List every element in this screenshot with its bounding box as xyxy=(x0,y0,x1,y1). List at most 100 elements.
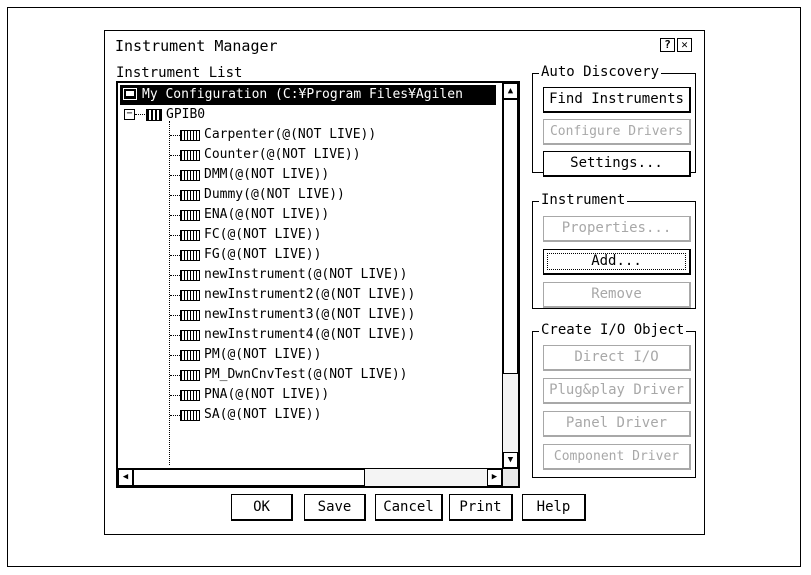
tree-root-my-configuration[interactable]: My Configuration (C:¥Program Files¥Agile… xyxy=(120,85,496,105)
instrument-item[interactable]: DMM(@(NOT LIVE)) xyxy=(180,165,329,185)
add-button-label: Add... xyxy=(544,250,689,273)
tree-line xyxy=(170,355,180,356)
save-button[interactable]: Save xyxy=(304,494,366,521)
instrument-item-label: FG(@(NOT LIVE)) xyxy=(204,247,322,262)
tree-line xyxy=(170,175,180,176)
instrument-tree[interactable]: My Configuration (C:¥Program Files¥Agile… xyxy=(116,81,520,488)
instrument-item[interactable]: SA(@(NOT LIVE)) xyxy=(180,405,321,425)
scrollbar-corner xyxy=(502,468,518,486)
auto-discovery-label: Auto Discovery xyxy=(539,64,662,81)
instrument-item[interactable]: Dummy(@(NOT LIVE)) xyxy=(180,185,345,205)
help-button[interactable]: Help xyxy=(522,494,586,521)
find-instruments-button[interactable]: Find Instruments xyxy=(543,87,691,113)
title-bar: Instrument Manager ? ✕ xyxy=(113,36,693,57)
tree-line xyxy=(170,215,180,216)
collapse-icon[interactable]: − xyxy=(124,109,135,120)
horizontal-scrollbar[interactable]: ◀ ▶ xyxy=(118,468,502,486)
help-icon[interactable]: ? xyxy=(660,38,675,52)
instrument-item-label: DMM(@(NOT LIVE)) xyxy=(204,167,330,182)
instrument-item[interactable]: ENA(@(NOT LIVE)) xyxy=(180,205,329,225)
instrument-icon xyxy=(180,290,200,301)
tree-line xyxy=(170,415,180,416)
instrument-item[interactable]: FG(@(NOT LIVE)) xyxy=(180,245,321,265)
cancel-button[interactable]: Cancel xyxy=(375,494,443,521)
instrument-manager-dialog: Instrument Manager ? ✕ Instrument List M… xyxy=(104,30,705,535)
instrument-item[interactable]: Counter(@(NOT LIVE)) xyxy=(180,145,361,165)
instrument-item-label: newInstrument(@(NOT LIVE)) xyxy=(204,267,408,282)
instrument-item[interactable]: Carpenter(@(NOT LIVE)) xyxy=(180,125,376,145)
instrument-item-label: Carpenter(@(NOT LIVE)) xyxy=(204,127,377,142)
remove-button[interactable]: Remove xyxy=(543,282,691,308)
settings-button[interactable]: Settings... xyxy=(543,151,691,177)
instrument-item-label: PNA(@(NOT LIVE)) xyxy=(204,387,330,402)
instrument-icon xyxy=(180,210,200,221)
instrument-item-label: PM(@(NOT LIVE)) xyxy=(204,347,322,362)
instrument-item[interactable]: PNA(@(NOT LIVE)) xyxy=(180,385,329,405)
instrument-item[interactable]: newInstrument3(@(NOT LIVE)) xyxy=(180,305,415,325)
tree-line xyxy=(170,315,180,316)
instrument-icon xyxy=(180,250,200,261)
instrument-item[interactable]: newInstrument(@(NOT LIVE)) xyxy=(180,265,408,285)
scroll-right-icon[interactable]: ▶ xyxy=(487,469,502,486)
plug-play-driver-button[interactable]: Plug&play Driver xyxy=(543,378,691,404)
close-icon[interactable]: ✕ xyxy=(677,38,692,52)
tree-line xyxy=(135,114,145,115)
tree-line xyxy=(169,121,170,465)
configure-drivers-button[interactable]: Configure Drivers xyxy=(543,119,691,145)
gpib-interface-icon xyxy=(146,109,162,121)
instrument-icon xyxy=(180,390,200,401)
tree-line xyxy=(170,335,180,336)
tree-line xyxy=(170,255,180,256)
properties-button[interactable]: Properties... xyxy=(543,216,691,242)
scroll-down-icon[interactable]: ▼ xyxy=(503,452,518,468)
create-io-object-label: Create I/O Object xyxy=(539,322,687,339)
instrument-list-label: Instrument List xyxy=(114,65,245,82)
tree-line xyxy=(170,195,180,196)
ok-button[interactable]: OK xyxy=(231,494,293,521)
instrument-item-label: Dummy(@(NOT LIVE)) xyxy=(204,187,345,202)
scroll-up-icon[interactable]: ▲ xyxy=(503,83,518,99)
tree-line xyxy=(170,135,180,136)
instrument-item-label: newInstrument3(@(NOT LIVE)) xyxy=(204,307,416,322)
add-button[interactable]: Add... xyxy=(543,249,691,275)
tree-line xyxy=(170,155,180,156)
horizontal-scroll-thumb[interactable] xyxy=(133,469,365,486)
component-driver-button[interactable]: Component Driver xyxy=(543,444,691,470)
scroll-left-icon[interactable]: ◀ xyxy=(118,469,133,486)
tree-line xyxy=(170,275,180,276)
print-button[interactable]: Print xyxy=(449,494,513,521)
instrument-item[interactable]: PM(@(NOT LIVE)) xyxy=(180,345,321,365)
instrument-item-label: PM_DwnCnvTest(@(NOT LIVE)) xyxy=(204,367,408,382)
dialog-title: Instrument Manager xyxy=(115,37,278,55)
computer-icon xyxy=(123,88,137,100)
instrument-item-label: Counter(@(NOT LIVE)) xyxy=(204,147,361,162)
vertical-scroll-thumb[interactable] xyxy=(503,99,518,374)
instrument-item[interactable]: FC(@(NOT LIVE)) xyxy=(180,225,321,245)
direct-io-button[interactable]: Direct I/O xyxy=(543,345,691,371)
tree-line xyxy=(170,295,180,296)
instrument-item[interactable]: newInstrument2(@(NOT LIVE)) xyxy=(180,285,415,305)
instrument-item-label: FC(@(NOT LIVE)) xyxy=(204,227,322,242)
instrument-icon xyxy=(180,310,200,321)
tree-node-gpib0[interactable]: GPIB0 xyxy=(146,105,205,125)
instrument-icon xyxy=(180,130,200,141)
instrument-icon xyxy=(180,330,200,341)
instrument-item-label: newInstrument2(@(NOT LIVE)) xyxy=(204,287,416,302)
tree-line xyxy=(170,395,180,396)
panel-driver-button[interactable]: Panel Driver xyxy=(543,411,691,437)
tree-line xyxy=(170,235,180,236)
instrument-item-label: newInstrument4(@(NOT LIVE)) xyxy=(204,327,416,342)
instrument-group-label: Instrument xyxy=(539,192,628,209)
instrument-item[interactable]: newInstrument4(@(NOT LIVE)) xyxy=(180,325,415,345)
tree-root-label: My Configuration (C:¥Program Files¥Agile… xyxy=(142,87,463,102)
vertical-scrollbar[interactable]: ▲ ▼ xyxy=(502,83,518,468)
instrument-icon xyxy=(180,270,200,281)
instrument-item-label: SA(@(NOT LIVE)) xyxy=(204,407,322,422)
instrument-icon xyxy=(180,150,200,161)
instrument-item[interactable]: PM_DwnCnvTest(@(NOT LIVE)) xyxy=(180,365,408,385)
instrument-icon xyxy=(180,190,200,201)
instrument-icon xyxy=(180,230,200,241)
instrument-icon xyxy=(180,170,200,181)
instrument-icon xyxy=(180,410,200,421)
instrument-icon xyxy=(180,350,200,361)
